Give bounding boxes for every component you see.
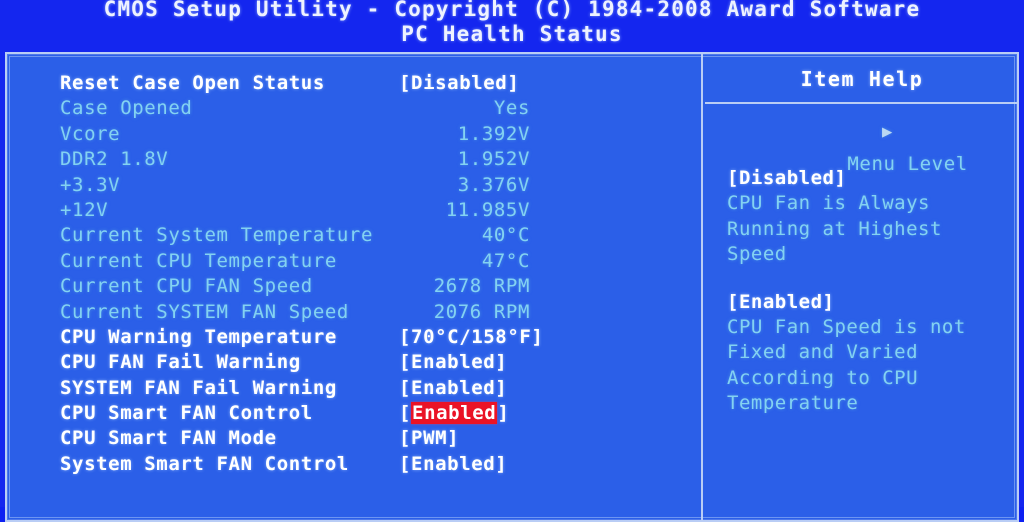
setting-row: Current System Temperature 40°C [60,223,680,248]
setting-value: 47°C [481,249,530,272]
setting-label: System Smart FAN Control [60,452,349,475]
setting-value: 3.376V [457,173,530,196]
setting-row[interactable]: CPU FAN Fail Warning [Enabled] [60,350,680,375]
setting-row[interactable]: SYSTEM FAN Fail Warning [Enabled] [60,376,680,401]
setting-label: SYSTEM FAN Fail Warning [60,376,337,399]
help-block-spacer [727,268,1011,290]
setting-row: Current SYSTEM FAN Speed 2076 RPM [60,300,680,325]
help-block-heading: [Enabled] [727,290,835,313]
help-block-line: Speed [727,243,787,266]
setting-row[interactable]: CPU Warning Temperature [70°C/158°F] [60,325,680,350]
item-help-body: Menu Level ▶ [Disabled] CPU Fan is Always… [727,116,1011,417]
help-block-line: According to CPU [727,366,919,389]
page-title: PC Health Status [401,22,623,46]
settings-list: Reset Case Open Status [Disabled] Case Ope… [60,71,680,477]
setting-label: CPU FAN Fail Warning [60,351,301,374]
help-block-line: Fixed and Varied [727,341,919,364]
setting-label: Reset Case Open Status [60,72,325,94]
setting-value[interactable]: [Enabled] [399,452,507,477]
menu-level-row: Menu Level ▶ [727,116,1011,175]
bios-screen: CMOS Setup Utility - Copyright (C) 1984-… [0,0,1024,522]
main-frame: Reset Case Open Status [Disabled] Case Ope… [5,52,1019,522]
setting-row: +12V 11.985V [60,198,680,223]
setting-value[interactable]: [Enabled] [399,350,507,375]
setting-row[interactable]: System Smart FAN Control [Enabled] [60,452,680,477]
settings-panel: Reset Case Open Status [Disabled] Case Ope… [7,54,701,520]
setting-value: 11.985V [445,198,530,221]
setting-value[interactable]: [Enabled] [399,376,507,401]
value-bracket-open: [ [399,402,412,425]
chevron-right-icon: ▶ [882,122,893,142]
setting-row[interactable]: CPU Smart FAN Control [Enabled] [60,401,680,426]
setting-label: CPU Warning Temperature [60,325,337,348]
setting-label: CPU Smart FAN Control [60,402,313,425]
selected-value-highlight[interactable]: Enabled [411,402,498,425]
setting-row: Vcore 1.392V [60,122,680,147]
setting-value[interactable]: [Disabled] [399,71,519,96]
help-block-line: Temperature [727,392,859,415]
setting-row[interactable]: Reset Case Open Status [Disabled] [60,71,680,96]
setting-value: 1.392V [457,122,530,145]
setting-value: 40°C [481,224,530,247]
setting-value: 2076 RPM [433,300,530,323]
value-bracket-close: ] [497,402,510,425]
item-help-header: Item Help [705,56,1019,104]
setting-value: Yes [493,97,530,120]
setting-value: 1.952V [457,148,530,171]
setting-row: Current CPU FAN Speed 2678 RPM [60,274,680,299]
setting-row: Case Opened Yes [60,96,680,121]
setting-value: 2678 RPM [433,275,530,298]
setting-row[interactable]: CPU Smart FAN Mode [PWM] [60,426,680,451]
setting-row: +3.3V 3.376V [60,173,680,198]
setting-row: Current CPU Temperature 47°C [60,249,680,274]
help-block-line: CPU Fan Speed is not [727,316,966,339]
item-help-panel: Item Help Menu Level ▶ [Disabled] CPU Fan… [701,54,1019,520]
setting-row: DDR2 1.8V 1.952V [60,147,680,172]
setting-label: CPU Smart FAN Mode [60,427,277,450]
menu-level-label: Menu Level [847,153,968,175]
setting-value[interactable]: [Enabled] [399,401,509,426]
setting-value[interactable]: [70°C/158°F] [399,325,543,350]
setting-value[interactable]: [PWM] [399,426,459,451]
help-block: [Enabled] CPU Fan Speed is not Fixed and V… [727,290,1011,417]
copyright-line: CMOS Setup Utility - Copyright (C) 1984-… [103,0,921,21]
item-help-title: Item Help [800,67,924,91]
screen-title: CMOS Setup Utility - Copyright (C) 1984-… [0,0,1024,47]
